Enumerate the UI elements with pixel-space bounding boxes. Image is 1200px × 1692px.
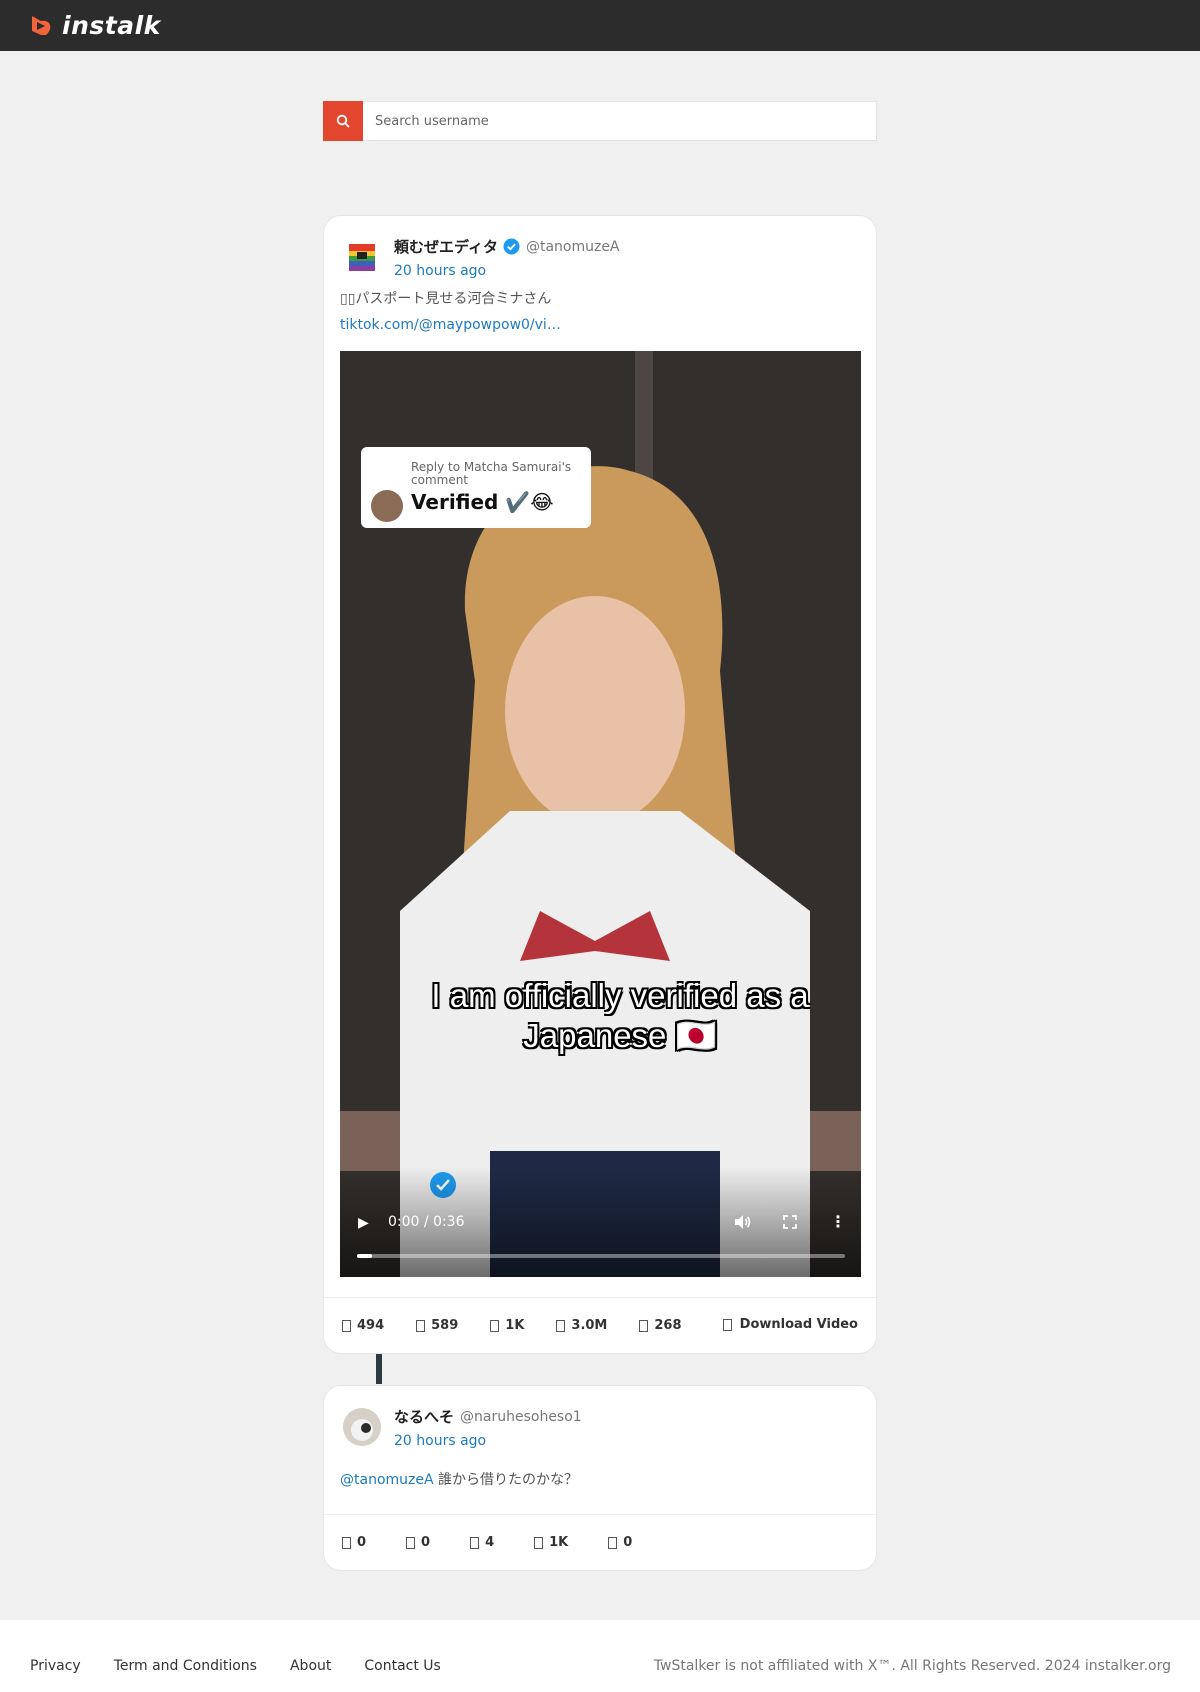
download-icon — [722, 1318, 732, 1331]
video-progress-bar[interactable] — [357, 1254, 845, 1258]
reply-post-card: なるへそ @naruhesoheso1 20 hours ago @tanomu… — [323, 1385, 877, 1571]
mention-link[interactable]: @tanomuzeA — [340, 1472, 434, 1488]
retweet-icon — [406, 1536, 416, 1549]
likes-stat[interactable]: 1K — [490, 1318, 524, 1333]
logo-icon[interactable] — [28, 13, 54, 39]
post-text: 誰から借りたのかな？ — [438, 1472, 579, 1488]
author-row: 頼むぜエディタ @tanomuzeA — [394, 236, 620, 257]
search-input[interactable] — [363, 102, 876, 140]
bookmarks-stat[interactable]: 268 — [639, 1318, 682, 1333]
download-video-button[interactable]: Download Video — [722, 1317, 858, 1332]
author-handle[interactable]: @naruhesoheso1 — [460, 1409, 582, 1425]
bookmarks-stat[interactable]: 0 — [608, 1535, 632, 1550]
top-navbar: instalk — [0, 0, 1200, 51]
avatar[interactable] — [343, 1408, 381, 1446]
retweets-stat[interactable]: 589 — [416, 1318, 458, 1333]
views-stat[interactable]: 1K — [534, 1535, 568, 1550]
post-link[interactable]: tiktok.com/@maypowpow0/vi… — [340, 317, 561, 333]
logo-text[interactable]: instalk — [62, 11, 161, 40]
search-bar — [323, 101, 877, 141]
footer-link-about[interactable]: About — [290, 1658, 331, 1674]
more-options-icon[interactable]: ⋮ — [830, 1212, 846, 1231]
comment-icon — [342, 1319, 351, 1332]
footer-link-terms[interactable]: Term and Conditions — [114, 1658, 257, 1674]
search-button[interactable] — [323, 101, 363, 141]
post-body: @tanomuzeA 誰から借りたのかな？ — [324, 1467, 876, 1493]
bookmark-icon — [608, 1536, 618, 1549]
retweet-icon — [416, 1319, 426, 1332]
post-time[interactable]: 20 hours ago — [394, 263, 486, 279]
author-handle[interactable]: @tanomuzeA — [526, 239, 620, 255]
post-stats: 494 589 1K 3.0M 268 Download Video — [324, 1297, 876, 1353]
bookmark-icon — [639, 1319, 649, 1332]
video-player[interactable]: Reply to Matcha Samurai's comment Verifi… — [340, 351, 861, 1277]
comment-icon — [342, 1536, 351, 1549]
footer: Privacy Term and Conditions About Contac… — [0, 1620, 1200, 1692]
verified-badge-icon — [503, 238, 520, 255]
reply-avatar — [371, 490, 403, 522]
video-caption: I am officially verified as a Japanese 🇯… — [400, 976, 840, 1056]
post-header: なるへそ @naruhesoheso1 20 hours ago — [324, 1386, 876, 1456]
reply-comment-bubble: Reply to Matcha Samurai's comment Verifi… — [361, 447, 591, 528]
comments-stat[interactable]: 494 — [342, 1318, 384, 1333]
video-time: 0:00 / 0:36 — [388, 1214, 465, 1230]
footer-link-privacy[interactable]: Privacy — [30, 1658, 81, 1674]
reply-label: Reply to Matcha Samurai's comment — [411, 460, 572, 487]
footer-copyright: TwStalker is not affiliated with X™. All… — [653, 1658, 1171, 1674]
play-icon[interactable]: ▶ — [358, 1215, 369, 1231]
avatar[interactable] — [343, 238, 381, 276]
post-time[interactable]: 20 hours ago — [394, 1433, 486, 1449]
search-icon — [336, 114, 350, 128]
post-stats: 0 0 4 1K 0 — [324, 1514, 876, 1570]
comments-stat[interactable]: 0 — [342, 1535, 366, 1550]
caption-line-1: I am officially verified as a — [431, 977, 809, 1014]
author-row: なるへそ @naruhesoheso1 — [394, 1406, 582, 1427]
post-header: 頼むぜエディタ @tanomuzeA 20 hours ago — [324, 216, 876, 286]
heart-icon — [490, 1319, 500, 1332]
post-body: ▯▯パスポート見せる河合ミナさん tiktok.com/@maypowpow0/… — [324, 286, 876, 338]
post-card: 頼むぜエディタ @tanomuzeA 20 hours ago ▯▯パスポート見… — [323, 215, 877, 1354]
views-icon — [556, 1319, 566, 1332]
likes-stat[interactable]: 4 — [470, 1535, 494, 1550]
fullscreen-icon[interactable] — [780, 1212, 800, 1232]
author-name[interactable]: なるへそ — [394, 1406, 454, 1427]
post-text: ▯▯パスポート見せる河合ミナさん — [340, 291, 552, 307]
flag-emoji-icon: ▯▯ — [340, 291, 356, 307]
heart-icon — [470, 1536, 480, 1549]
footer-link-contact[interactable]: Contact Us — [364, 1658, 440, 1674]
video-progress-fill — [357, 1254, 372, 1258]
caption-line-2: Japanese 🇯🇵 — [523, 1017, 717, 1054]
views-stat[interactable]: 3.0M — [556, 1318, 607, 1333]
thread-connector — [376, 1354, 382, 1384]
reply-text: Verified ✔️😂 — [411, 490, 554, 514]
footer-links: Privacy Term and Conditions About Contac… — [30, 1658, 474, 1674]
video-controls: ▶ 0:00 / 0:36 ⋮ — [340, 1167, 861, 1277]
volume-icon[interactable] — [732, 1212, 752, 1232]
retweets-stat[interactable]: 0 — [406, 1535, 430, 1550]
author-name[interactable]: 頼むぜエディタ — [394, 236, 498, 257]
views-icon — [534, 1536, 544, 1549]
